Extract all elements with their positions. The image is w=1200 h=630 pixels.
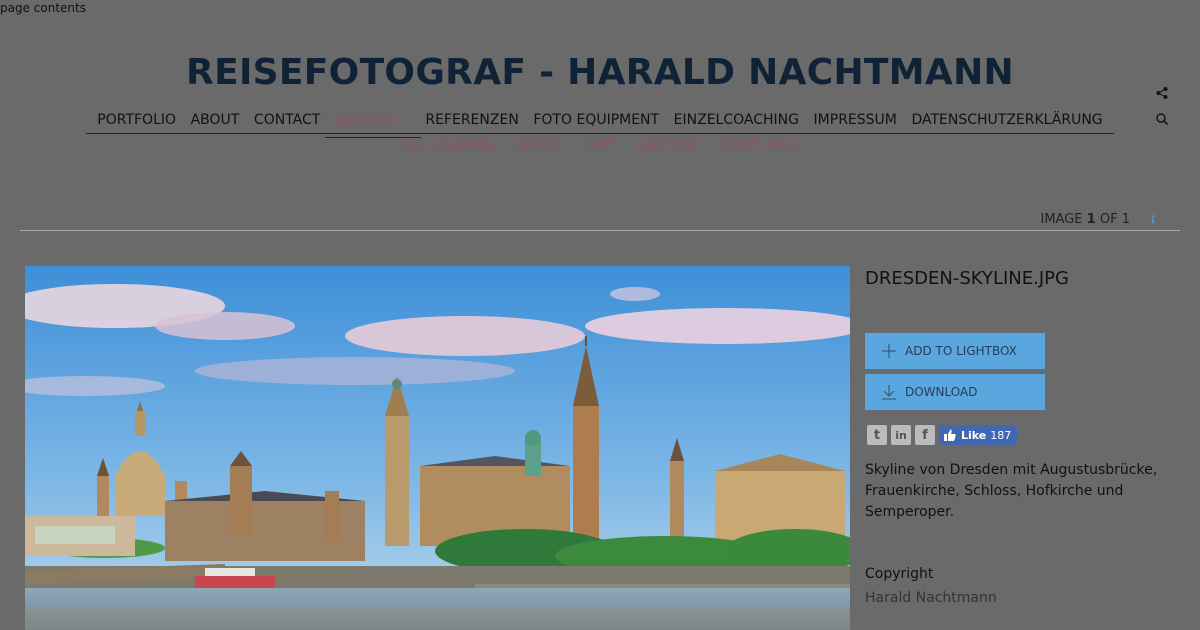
download-button[interactable]: DOWNLOAD: [865, 374, 1045, 410]
archive-dash: —: [400, 117, 411, 129]
main-nav: PORTFOLIO ABOUT CONTACT ARCHIVE — REFERE…: [86, 107, 1114, 138]
divider: [20, 230, 1180, 231]
counter-middle: OF: [1099, 212, 1118, 227]
nav-item-archive-label: ARCHIVE: [334, 113, 397, 130]
like-count: 187: [990, 428, 1012, 442]
subnav-cart[interactable]: CART: [584, 138, 615, 152]
nav-item-archive-wrap: ARCHIVE —: [324, 111, 421, 138]
download-label: DOWNLOAD: [905, 385, 978, 399]
subnav-client-area[interactable]: CLIENT AREA: [719, 138, 798, 152]
add-to-lightbox-label: ADD TO LIGHTBOX: [905, 344, 1017, 358]
facebook-icon[interactable]: f: [915, 425, 935, 445]
nav-item-portfolio[interactable]: PORTFOLIO: [97, 112, 176, 128]
social-share-bar: t in f Like 187: [867, 425, 1018, 445]
subnav-search[interactable]: SEARCH: [515, 138, 564, 152]
download-icon: [882, 385, 896, 400]
nav-item-datenschutz[interactable]: DATENSCHUTZERKLÄRUNG: [911, 112, 1102, 128]
subnav-all-galleries[interactable]: ALL GALLERIES: [403, 138, 494, 152]
subnav-lightbox[interactable]: LIGHTBOX: [637, 138, 698, 152]
sub-nav: ALL GALLERIES SEARCH CART LIGHTBOX CLIEN…: [0, 138, 1200, 152]
nav-item-referenzen[interactable]: REFERENZEN: [425, 112, 518, 128]
counter-total: 1: [1121, 212, 1130, 227]
add-to-lightbox-button[interactable]: ADD TO LIGHTBOX: [865, 333, 1045, 369]
site-title[interactable]: REISEFOTOGRAF - HARALD NACHTMANN: [0, 52, 1200, 93]
like-label: Like: [961, 428, 987, 442]
nav-item-einzelcoaching[interactable]: EINZELCOACHING: [674, 112, 799, 128]
skip-link[interactable]: page contents: [0, 1, 86, 15]
twitter-icon[interactable]: t: [867, 425, 887, 445]
copyright-label: Copyright: [865, 566, 934, 582]
counter-prefix: IMAGE: [1040, 212, 1083, 227]
share-icon[interactable]: [1155, 86, 1169, 100]
nav-item-about[interactable]: ABOUT: [191, 112, 240, 128]
nav-item-archive[interactable]: ARCHIVE —: [335, 114, 411, 130]
thumbs-up-icon: [944, 429, 956, 441]
info-icon[interactable]: i: [1151, 211, 1155, 227]
dresden-skyline-image: [25, 266, 850, 630]
main-photo[interactable]: [25, 266, 850, 630]
facebook-like-button[interactable]: Like 187: [939, 425, 1018, 445]
image-counter: IMAGE 1 OF 1: [1041, 212, 1130, 227]
image-caption: Skyline von Dresden mit Augustusbrücke, …: [865, 462, 1158, 520]
nav-item-contact[interactable]: CONTACT: [254, 112, 320, 128]
nav-item-foto-equipment[interactable]: FOTO EQUIPMENT: [533, 112, 659, 128]
linkedin-icon[interactable]: in: [891, 425, 911, 445]
search-icon[interactable]: [1155, 112, 1169, 126]
copyright-name: Harald Nachtmann: [865, 590, 997, 606]
nav-item-impressum[interactable]: IMPRESSUM: [814, 112, 897, 128]
image-filename: DRESDEN-SKYLINE.JPG: [865, 268, 1069, 289]
plus-icon: [882, 344, 896, 358]
counter-current: 1: [1086, 212, 1096, 227]
